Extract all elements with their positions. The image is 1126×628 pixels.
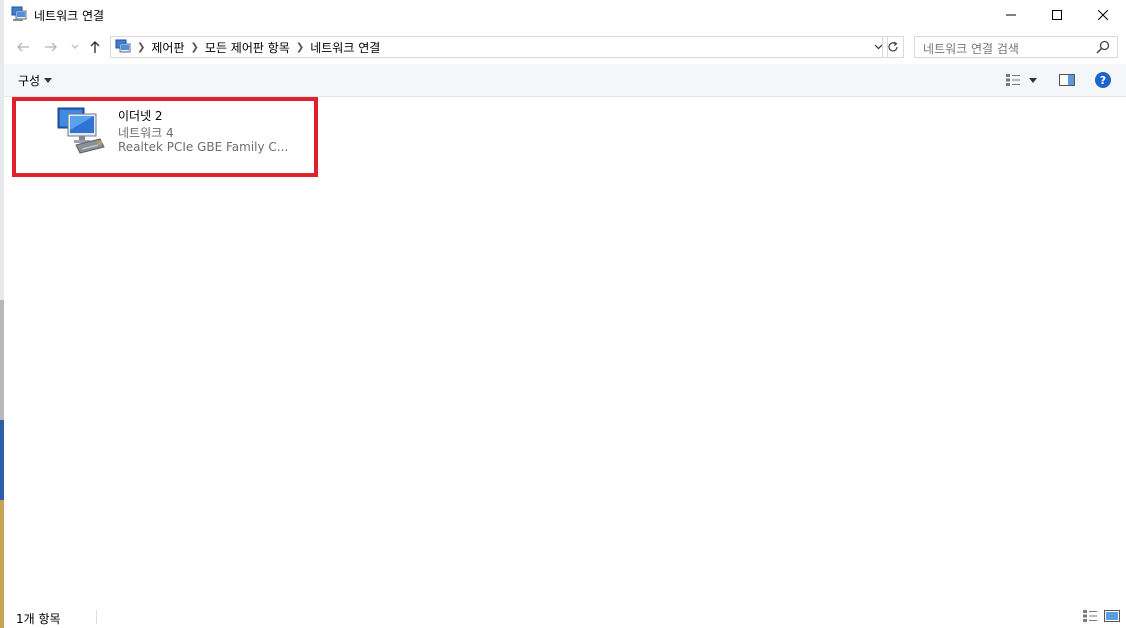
maximize-icon <box>1052 10 1062 20</box>
chevron-right-icon[interactable]: ❯ <box>137 42 145 53</box>
breadcrumb-all-control-panel-items[interactable]: 모든 제어판 항목 <box>205 39 290 56</box>
network-adapter-item[interactable]: 이더넷 2 네트워크 4 Realtek PCIe GBE Family C..… <box>12 97 318 177</box>
title-bar: 네트워크 연결 <box>4 0 1126 30</box>
minimize-button[interactable] <box>988 0 1034 30</box>
ethernet-adapter-icon <box>57 107 105 154</box>
adapter-device: Realtek PCIe GBE Family C... <box>118 140 289 154</box>
large-icons-view-icon <box>1104 610 1120 622</box>
content-pane: 이더넷 2 네트워크 4 Realtek PCIe GBE Family C..… <box>4 97 1126 606</box>
up-button[interactable] <box>86 38 104 56</box>
item-count: 1개 항목 <box>16 612 61 626</box>
caret-down-icon <box>44 78 53 83</box>
change-view-button[interactable] <box>1004 71 1022 89</box>
navigation-bar: ❯ 제어판 ❯ 모든 제어판 항목 ❯ 네트워크 연결 네트워크 연결 검색 <box>4 30 1126 64</box>
arrow-left-icon <box>17 42 29 52</box>
address-bar[interactable]: ❯ 제어판 ❯ 모든 제어판 항목 ❯ 네트워크 연결 <box>110 36 888 58</box>
help-button[interactable]: ? <box>1094 71 1112 89</box>
back-button[interactable] <box>14 38 32 56</box>
arrow-up-icon <box>90 41 100 53</box>
minimize-icon <box>1006 14 1016 16</box>
details-view-toggle[interactable] <box>1082 609 1098 625</box>
large-icons-view-toggle[interactable] <box>1104 609 1120 625</box>
window-title: 네트워크 연결 <box>34 9 105 23</box>
help-icon: ? <box>1095 72 1111 88</box>
explorer-window: 네트워크 연결 ❯ 제어판 ❯ 모든 제어판 항목 ❯ 네트워크 연결 네트워크… <box>0 0 1126 628</box>
details-view-icon <box>1083 610 1097 622</box>
status-bar: 1개 항목 <box>4 606 1126 628</box>
search-placeholder: 네트워크 연결 검색 <box>923 42 1019 56</box>
maximize-button[interactable] <box>1034 0 1080 30</box>
status-divider <box>96 610 97 624</box>
organize-label: 구성 <box>18 74 41 88</box>
command-bar: 구성 ? <box>4 64 1126 97</box>
chevron-down-icon <box>71 44 79 49</box>
control-panel-icon <box>115 39 131 53</box>
forward-button[interactable] <box>42 38 60 56</box>
chevron-right-icon[interactable]: ❯ <box>296 42 304 53</box>
breadcrumb-network-connections[interactable]: 네트워크 연결 <box>310 39 380 56</box>
search-box[interactable]: 네트워크 연결 검색 <box>914 36 1118 58</box>
refresh-button[interactable] <box>882 36 904 58</box>
caret-down-icon <box>1029 77 1037 83</box>
network-connections-icon <box>11 6 27 21</box>
preview-pane-button[interactable] <box>1058 71 1076 89</box>
refresh-icon <box>888 41 898 52</box>
adapter-network: 네트워크 4 <box>118 126 174 140</box>
details-view-icon <box>1006 74 1020 86</box>
close-button[interactable] <box>1080 0 1126 30</box>
arrow-right-icon <box>45 42 57 52</box>
view-options-dropdown[interactable] <box>1026 71 1040 89</box>
recent-locations-button[interactable] <box>66 38 84 56</box>
adapter-name: 이더넷 2 <box>118 109 163 123</box>
breadcrumb: ❯ 제어판 ❯ 모든 제어판 항목 ❯ 네트워크 연결 <box>137 39 380 56</box>
chevron-right-icon[interactable]: ❯ <box>191 42 199 53</box>
close-icon <box>1098 10 1108 20</box>
svg-text:?: ? <box>1100 74 1106 87</box>
breadcrumb-control-panel[interactable]: 제어판 <box>151 39 184 56</box>
search-icon <box>1096 40 1110 54</box>
organize-button[interactable]: 구성 <box>18 72 53 89</box>
preview-pane-icon <box>1059 74 1075 86</box>
